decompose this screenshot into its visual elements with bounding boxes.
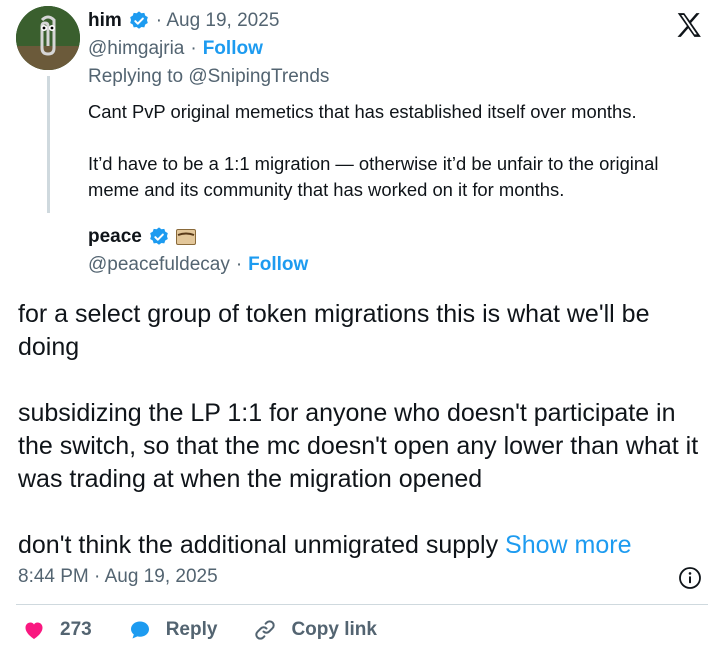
divider	[16, 604, 708, 605]
tweet-follow-button[interactable]: Follow	[248, 254, 308, 276]
link-icon	[255, 620, 276, 640]
tweet-author-name[interactable]: peace	[88, 226, 142, 248]
parent-follow-button[interactable]: Follow	[203, 38, 263, 60]
heart-icon	[25, 622, 43, 639]
replying-to[interactable]: Replying to @SnipingTrends	[88, 66, 329, 88]
copy-link-button[interactable]: Copy link	[253, 618, 377, 642]
x-logo-icon[interactable]	[674, 10, 704, 40]
tweet-timestamp[interactable]: 8:44 PM · Aug 19, 2025	[18, 566, 218, 588]
tweet-handle[interactable]: @peacefuldecay	[88, 254, 230, 276]
like-count: 273	[60, 619, 92, 640]
like-button[interactable]: 273	[22, 618, 92, 642]
parent-author-row: him · Aug 19, 2025	[88, 9, 279, 33]
handle-separator: ·	[235, 254, 243, 275]
tweet-handle-row: @peacefuldecay · Follow	[88, 254, 308, 276]
parent-tweet-text: Cant PvP original memetics that has esta…	[88, 101, 659, 200]
tweet-body: for a select group of token migrations t…	[18, 300, 699, 559]
tweet-text: for a select group of token migrations t…	[18, 298, 708, 562]
envelope-emoji-icon	[175, 229, 196, 245]
parent-author-name[interactable]: him	[88, 10, 122, 32]
verified-badge-icon	[150, 227, 168, 245]
parent-date[interactable]: · Aug 19, 2025	[156, 10, 280, 32]
info-icon[interactable]	[678, 566, 702, 590]
thread-line	[47, 76, 50, 213]
show-more-link[interactable]: Show more	[505, 531, 631, 559]
parent-handle-row: @himgajria · Follow	[88, 38, 263, 60]
copy-link-label: Copy link	[291, 619, 377, 640]
reply-button[interactable]: Reply	[128, 618, 218, 642]
handle-separator: ·	[190, 38, 197, 59]
verified-badge-icon	[129, 11, 148, 29]
reply-bubble-icon	[130, 621, 149, 639]
parent-handle[interactable]: @himgajria	[88, 38, 184, 60]
action-bar: 273 Reply Copy link	[22, 618, 413, 642]
reply-label: Reply	[165, 619, 218, 640]
tweet-author-row: peace	[88, 224, 196, 250]
parent-avatar[interactable]	[16, 6, 80, 70]
